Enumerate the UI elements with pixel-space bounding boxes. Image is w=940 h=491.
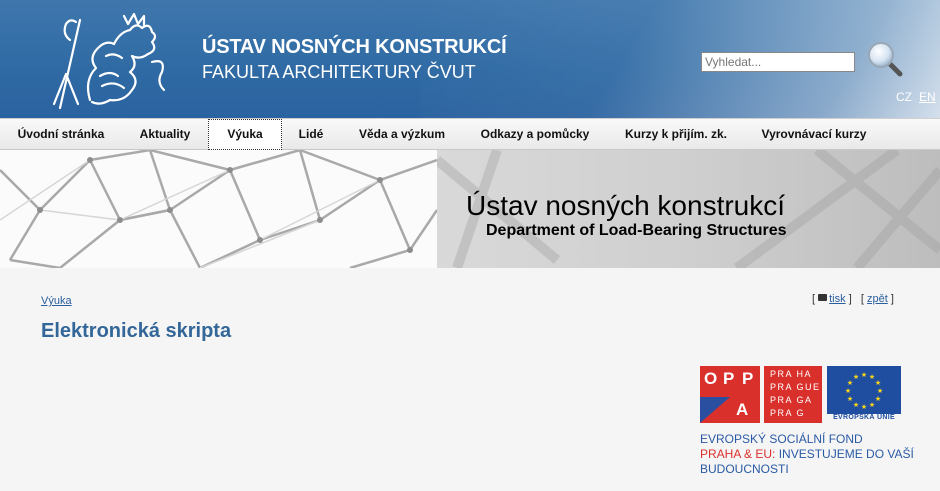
site-subtitle[interactable]: FAKULTA ARCHITEKTURY ČVUT	[202, 62, 476, 83]
svg-text:★: ★	[847, 395, 853, 403]
oppa-letter-p2: P	[742, 369, 754, 388]
breadcrumb-vyuka[interactable]: Výuka	[41, 295, 72, 307]
eu-label: EVROPSKÁ UNIE	[833, 414, 895, 421]
lang-cz-link[interactable]: CZ	[896, 90, 912, 104]
page-tools: [ tisk ] [ zpět ]	[812, 293, 894, 305]
praha-row-3: PRA GA	[770, 395, 813, 405]
lattice-structure-graphic	[0, 150, 439, 268]
esf-line-2-red: PRAHA & EU:	[700, 447, 776, 461]
menu-item-odkazy-a-pomucky[interactable]: Odkazy a pomůcky	[468, 119, 602, 150]
header-shine	[420, 0, 940, 118]
print-link[interactable]: tisk	[829, 293, 846, 305]
banner-subtitle: Department of Load-Bearing Structures	[486, 222, 787, 239]
menu-item-kurzy-k-prijim-zk[interactable]: Kurzy k přijím. zk.	[612, 119, 740, 150]
svg-text:★: ★	[875, 379, 881, 387]
printer-icon[interactable]	[818, 294, 828, 301]
praha-row-4: PRA G	[770, 408, 806, 418]
oppa-letter-p1: P	[723, 369, 735, 388]
oppa-letter-o: O	[704, 369, 718, 388]
praha-row-2: PRA GUE	[770, 382, 821, 392]
bracket-open: [	[812, 293, 816, 305]
svg-text:★: ★	[875, 395, 881, 403]
search-icon[interactable]	[864, 38, 904, 78]
menu-item-vyrovnavaci-kurzy[interactable]: Vyrovnávací kurzy	[750, 119, 878, 150]
eu-stars-icon: ★ ★ ★ ★ ★ ★ ★ ★ ★ ★ ★ ★	[845, 371, 883, 411]
back-link[interactable]: zpět	[867, 293, 888, 305]
banner-structure-image	[0, 150, 439, 268]
menu-item-veda-a-vyzkum[interactable]: Věda a výzkum	[346, 119, 458, 150]
main-menu: Úvodní stránka Aktuality Výuka Lidé Věda…	[0, 118, 940, 150]
esf-line-3: BUDOUCNOSTI	[700, 462, 789, 476]
svg-text:★: ★	[877, 387, 883, 395]
menu-item-aktuality[interactable]: Aktuality	[124, 119, 206, 150]
search-input[interactable]	[701, 52, 855, 72]
menu-item-vyuka[interactable]: Výuka	[208, 119, 282, 150]
svg-text:★: ★	[869, 401, 875, 409]
svg-text:★: ★	[861, 403, 867, 411]
praha-row-1: PRA HA	[770, 369, 813, 379]
cvut-lion-logo[interactable]	[40, 10, 170, 110]
oppa-letter-a: A	[736, 400, 749, 419]
svg-text:★: ★	[853, 401, 859, 409]
svg-text:★: ★	[861, 371, 867, 379]
lang-en-link[interactable]: EN	[919, 90, 936, 104]
esf-line-1: EVROPSKÝ SOCIÁLNÍ FOND	[700, 432, 863, 446]
svg-text:★: ★	[845, 387, 851, 395]
bracket-close-2: ]	[890, 293, 894, 305]
menu-item-lide[interactable]: Lidé	[284, 119, 338, 150]
menu-item-uvodni-stranka[interactable]: Úvodní stránka	[8, 119, 114, 150]
esf-line-2-blue: INVESTUJEME DO VAŠÍ	[778, 447, 914, 461]
page-title: Elektronická skripta	[41, 320, 232, 342]
praha-logo[interactable]: PRA HA PRA GUE PRA GA PRA G	[764, 366, 822, 423]
banner-title: Ústav nosných konstrukcí	[466, 190, 786, 221]
eu-flag[interactable]: ★ ★ ★ ★ ★ ★ ★ ★ ★ ★ ★ ★	[827, 366, 901, 414]
bracket-close: ]	[848, 293, 852, 305]
oppa-logo[interactable]: O P P A	[700, 366, 760, 423]
site-header: ÚSTAV NOSNÝCH KONSTRUKCÍ FAKULTA ARCHITE…	[0, 0, 940, 118]
esf-line-2: PRAHA & EU: INVESTUJEME DO VAŠÍ	[700, 447, 914, 461]
svg-text:★: ★	[853, 373, 859, 381]
site-title[interactable]: ÚSTAV NOSNÝCH KONSTRUKCÍ	[202, 36, 507, 59]
oppa-triangle	[700, 397, 730, 423]
bracket-open-2: [	[860, 293, 864, 305]
